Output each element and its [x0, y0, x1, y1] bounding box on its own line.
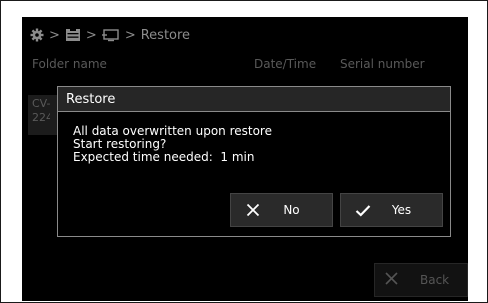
breadcrumb-separator: > — [85, 27, 97, 43]
dialog-title: Restore — [58, 87, 450, 112]
column-header-folder-name[interactable]: Folder name — [32, 57, 107, 71]
close-icon — [385, 272, 398, 288]
column-header-date-time[interactable]: Date/Time — [254, 57, 316, 71]
dialog-message: All data overwritten upon restore Start … — [73, 125, 272, 164]
settings-icon[interactable] — [30, 28, 44, 42]
no-button[interactable]: No — [230, 193, 333, 227]
device-screen: > > > Restore Folder name Date/Time Seri… — [22, 17, 468, 301]
checkmark-icon — [353, 204, 373, 217]
back-button-label: Back — [420, 273, 450, 287]
breadcrumb-separator: > — [49, 27, 60, 43]
no-button-label: No — [283, 203, 300, 217]
table-row-text: CV- 224 — [32, 97, 50, 124]
yes-button[interactable]: Yes — [340, 193, 443, 227]
breadcrumb-separator: > — [124, 27, 136, 43]
breadcrumb-current: Restore — [140, 27, 191, 43]
breadcrumb: > > > Restore — [30, 25, 190, 45]
close-icon — [243, 203, 263, 217]
storage-icon[interactable] — [101, 28, 120, 42]
device-icon[interactable] — [65, 28, 81, 42]
column-header-serial-number[interactable]: Serial number — [340, 57, 425, 71]
yes-button-label: Yes — [391, 203, 412, 217]
dialog-message-line: Expected time needed: 1 min — [73, 150, 255, 164]
back-button[interactable]: Back — [374, 263, 468, 297]
restore-dialog: Restore All data overwritten upon restor… — [57, 86, 451, 237]
